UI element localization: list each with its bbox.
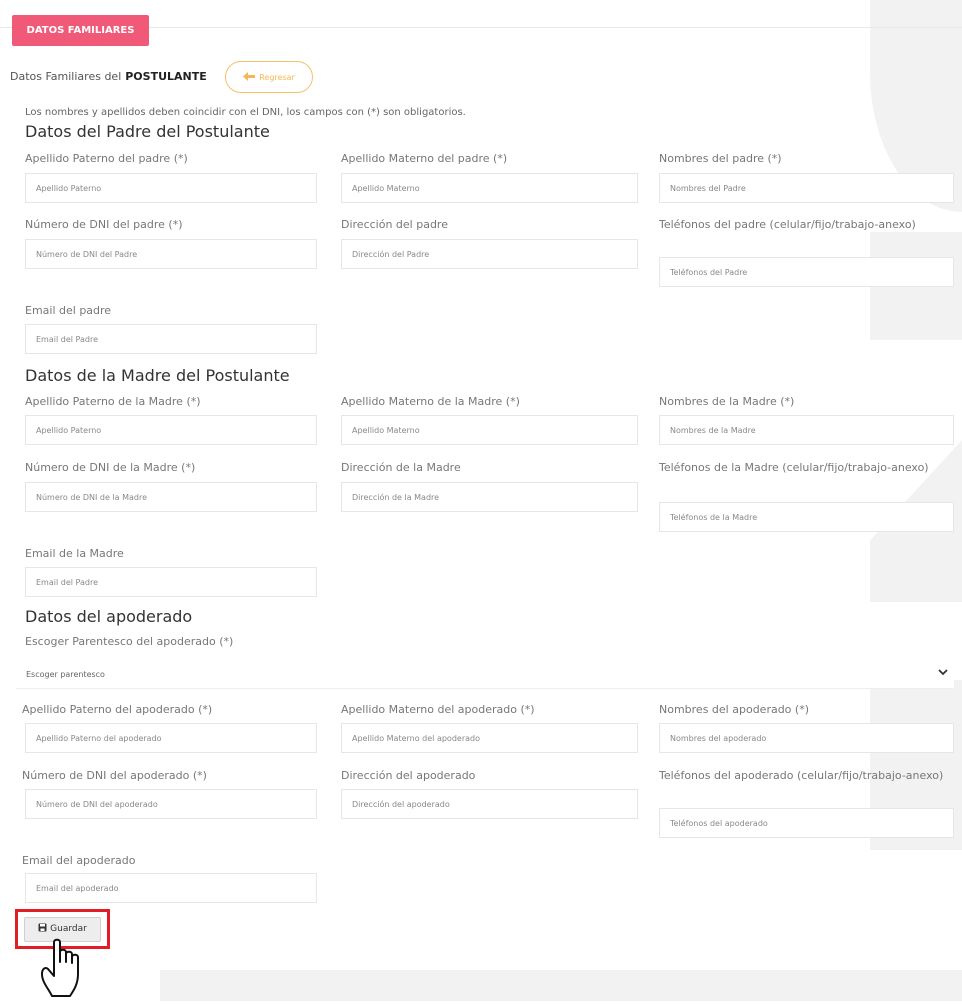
label-apoderado-apellido-materno: Apellido Materno del apoderado (*): [341, 703, 535, 716]
label-apoderado-nombres: Nombres del apoderado (*): [659, 703, 809, 716]
label-padre-dni: Número de DNI del padre (*): [25, 218, 183, 231]
section-title-madre: Datos de la Madre del Postulante: [25, 366, 290, 385]
label-madre-apellido-paterno: Apellido Paterno de la Madre (*): [25, 395, 201, 408]
input-padre-apellido-paterno[interactable]: Apellido Paterno: [25, 173, 317, 203]
label-apoderado-telefonos: Teléfonos del apoderado (celular/fijo/tr…: [659, 769, 944, 782]
label-madre-nombres: Nombres de la Madre (*): [659, 395, 795, 408]
select-parentesco[interactable]: Escoger parentesco: [16, 661, 954, 689]
chevron-down-icon: [938, 668, 948, 679]
form-note: Los nombres y apellidos deben coincidir …: [25, 107, 466, 118]
label-apoderado-apellido-paterno: Apellido Paterno del apoderado (*): [22, 703, 213, 716]
input-madre-dni[interactable]: Número de DNI de la Madre: [25, 482, 317, 512]
label-padre-nombres: Nombres del padre (*): [659, 152, 782, 165]
save-icon: [38, 923, 47, 935]
input-madre-apellido-paterno[interactable]: Apellido Paterno: [25, 415, 317, 445]
input-padre-dni[interactable]: Número de DNI del Padre: [25, 239, 317, 269]
label-padre-apellido-materno: Apellido Materno del padre (*): [341, 152, 508, 165]
label-apoderado-direccion: Dirección del apoderado: [341, 769, 476, 782]
label-apoderado-dni: Número de DNI del apoderado (*): [22, 769, 207, 782]
input-apoderado-apellido-materno[interactable]: Apellido Materno del apoderado: [341, 723, 638, 753]
page-title: Datos Familiares del POSTULANTE: [10, 70, 207, 83]
label-padre-direccion: Dirección del padre: [341, 218, 448, 231]
label-madre-direccion: Dirección de la Madre: [341, 461, 461, 474]
input-apoderado-email[interactable]: Email del apoderado: [25, 873, 317, 903]
input-apoderado-nombres[interactable]: Nombres del apoderado: [659, 723, 954, 753]
input-apoderado-telefonos[interactable]: Teléfonos del apoderado: [659, 808, 954, 838]
label-apoderado-parentesco: Escoger Parentesco del apoderado (*): [25, 635, 234, 648]
input-madre-nombres[interactable]: Nombres de la Madre: [659, 415, 954, 445]
select-parentesco-value: Escoger parentesco: [26, 670, 105, 679]
input-apoderado-direccion[interactable]: Dirección del apoderado: [341, 789, 638, 819]
label-madre-dni: Número de DNI de la Madre (*): [25, 461, 196, 474]
input-padre-apellido-materno[interactable]: Apellido Materno: [341, 173, 638, 203]
input-padre-direccion[interactable]: Dirección del Padre: [341, 239, 638, 269]
label-apoderado-email: Email del apoderado: [22, 854, 136, 867]
section-title-padre: Datos del Padre del Postulante: [25, 122, 270, 141]
back-button-label: Regresar: [259, 72, 295, 82]
input-padre-nombres[interactable]: Nombres del Padre: [659, 173, 954, 203]
label-madre-email: Email de la Madre: [25, 547, 124, 560]
input-madre-apellido-materno[interactable]: Apellido Materno: [341, 415, 638, 445]
input-madre-direccion[interactable]: Dirección de la Madre: [341, 482, 638, 512]
input-madre-email[interactable]: Email del Padre: [25, 567, 317, 597]
arrow-left-icon: [243, 71, 256, 83]
background-shape-bottom: [160, 970, 962, 1001]
hand-pointer-icon: [40, 938, 92, 1004]
page-title-prefix: Datos Familiares del: [10, 70, 122, 83]
save-button-label: Guardar: [50, 924, 87, 934]
label-madre-telefonos: Teléfonos de la Madre (celular/fijo/trab…: [659, 461, 929, 474]
page-title-bold: POSTULANTE: [125, 70, 207, 83]
input-madre-telefonos[interactable]: Teléfonos de la Madre: [659, 502, 954, 532]
label-padre-email: Email del padre: [25, 304, 112, 317]
back-button[interactable]: Regresar: [225, 61, 313, 93]
section-title-apoderado: Datos del apoderado: [25, 607, 193, 626]
tab-datos-familiares[interactable]: DATOS FAMILIARES: [12, 15, 149, 46]
input-padre-telefonos[interactable]: Teléfonos del Padre: [659, 257, 954, 287]
input-padre-email[interactable]: Email del Padre: [25, 324, 317, 354]
input-apoderado-dni[interactable]: Número de DNI del apoderado: [25, 789, 317, 819]
label-madre-apellido-materno: Apellido Materno de la Madre (*): [341, 395, 520, 408]
label-padre-apellido-paterno: Apellido Paterno del padre (*): [25, 152, 188, 165]
label-padre-telefonos: Teléfonos del padre (celular/fijo/trabaj…: [659, 218, 916, 231]
input-apoderado-apellido-paterno[interactable]: Apellido Paterno del apoderado: [25, 723, 317, 753]
